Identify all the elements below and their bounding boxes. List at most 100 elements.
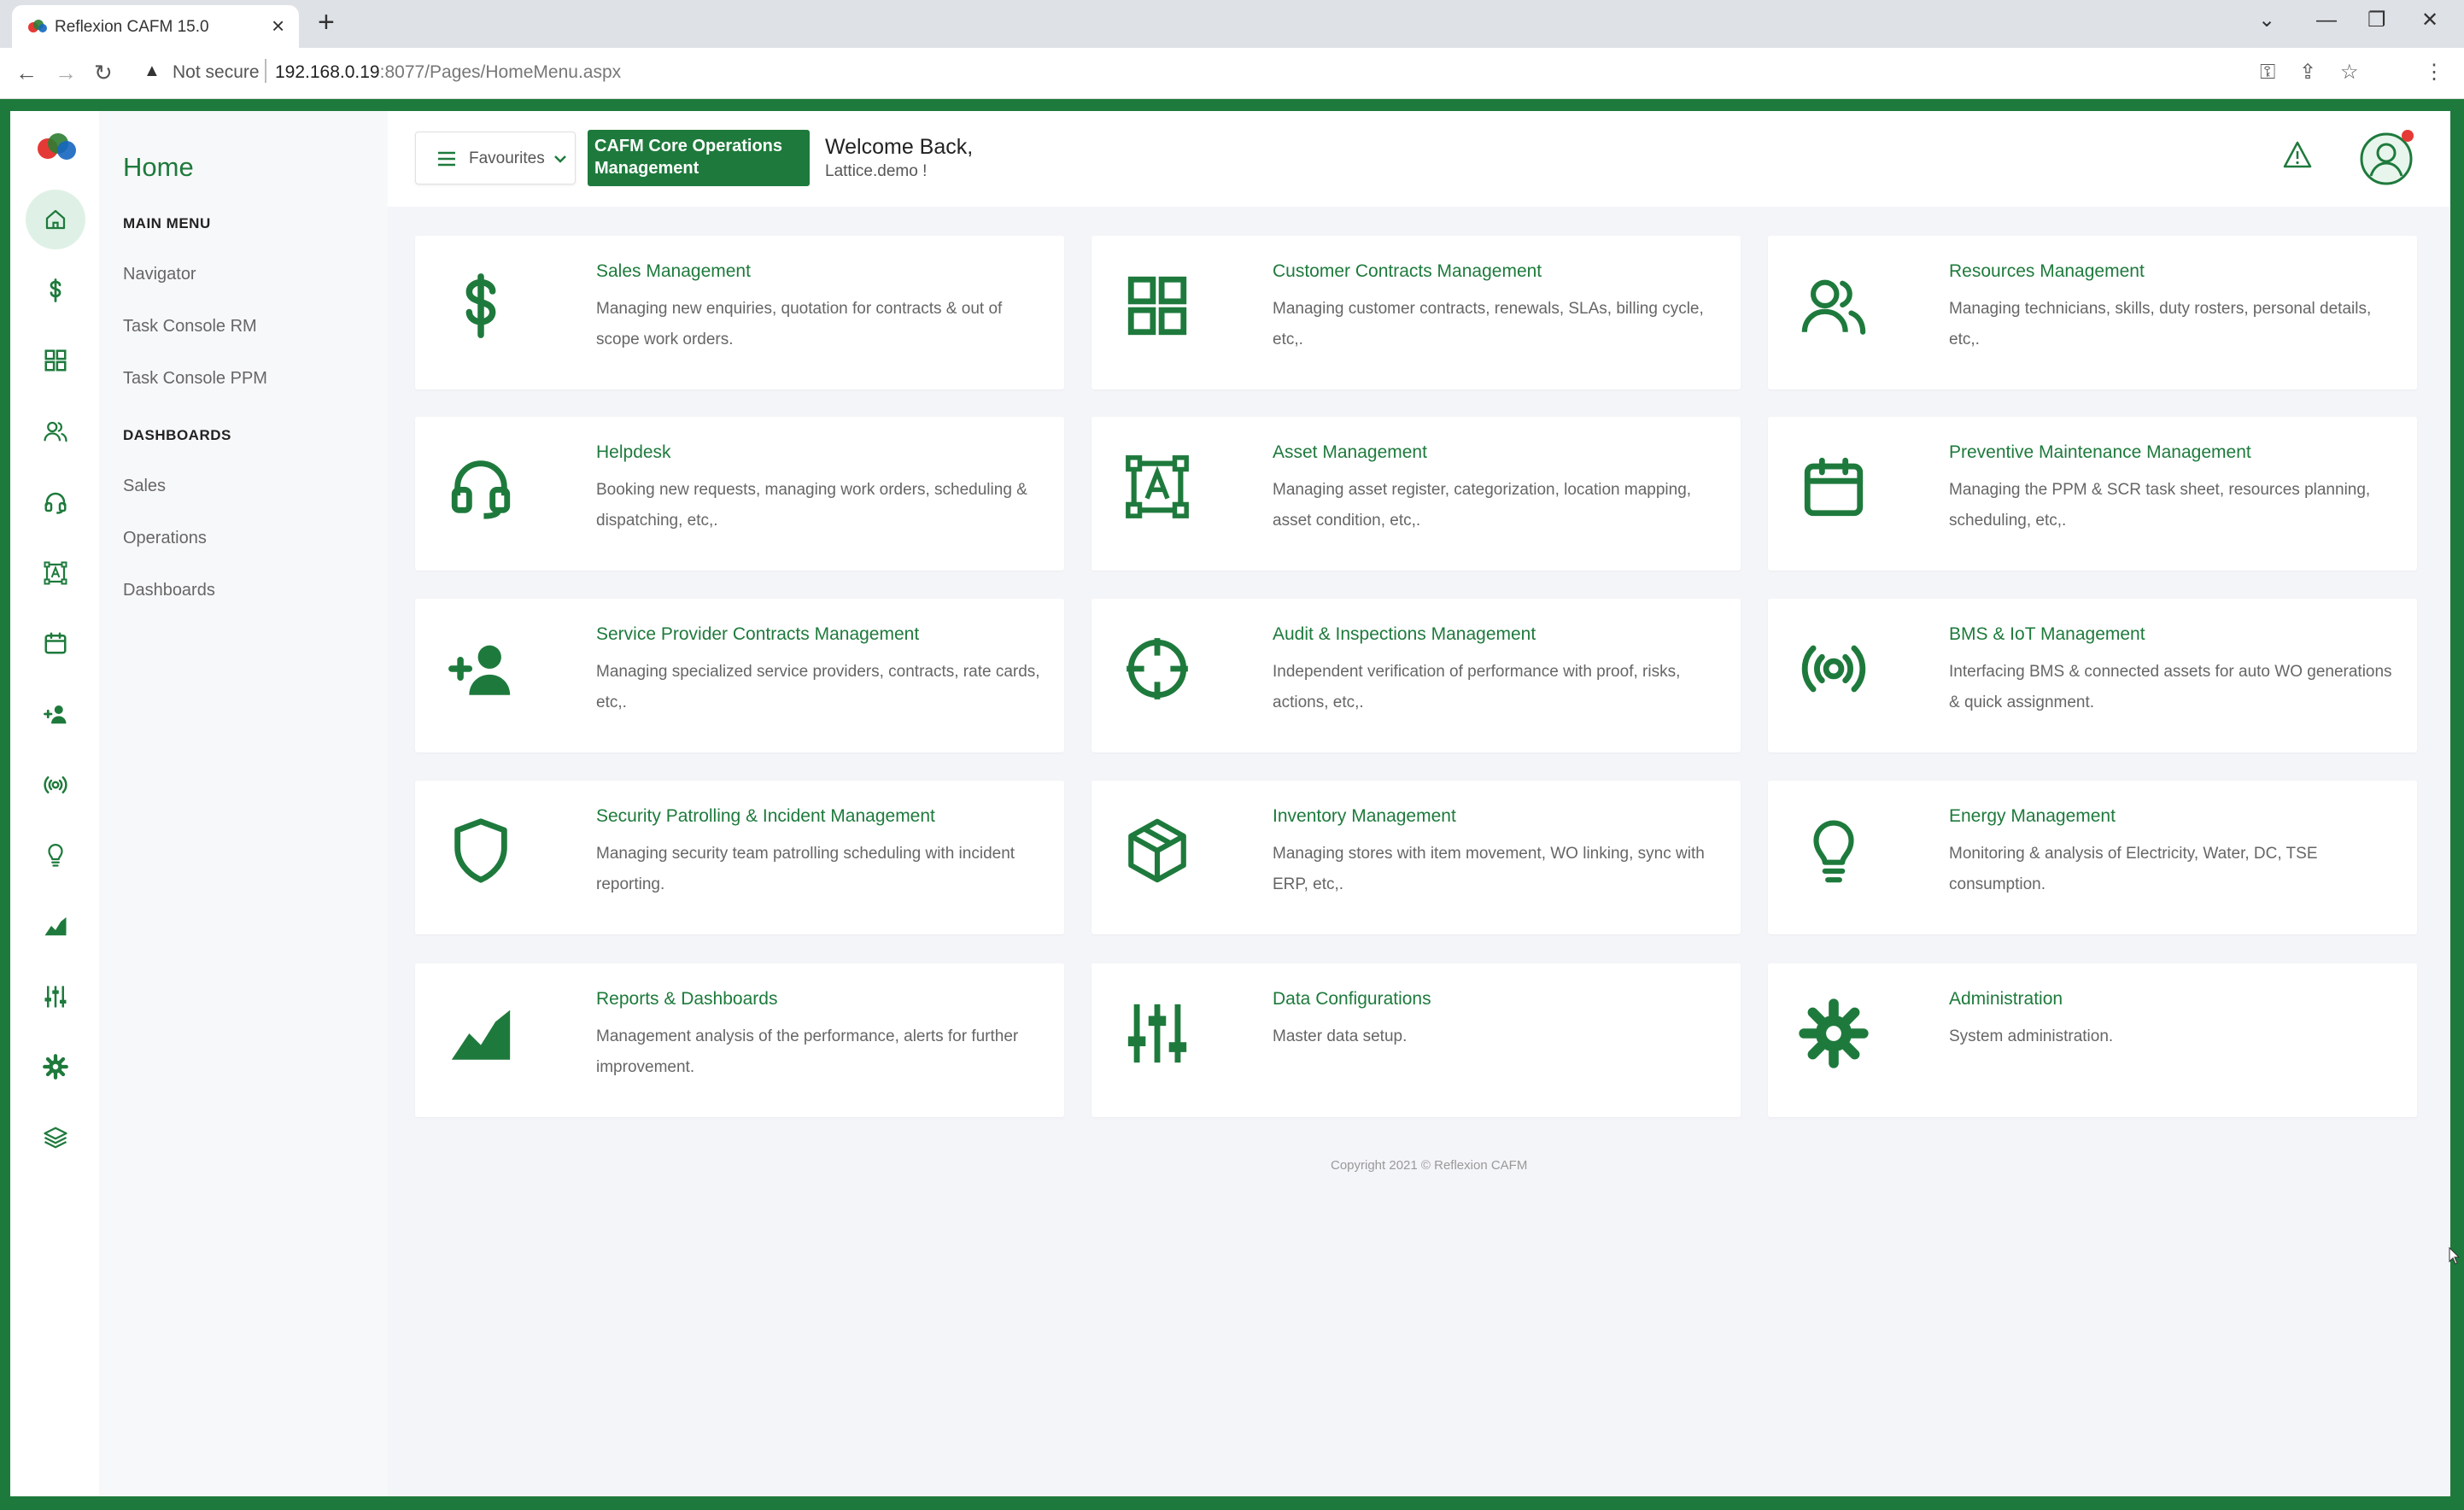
home-icon [45, 209, 66, 230]
menu-item-navigator[interactable]: Navigator [123, 265, 196, 284]
rail-sliders-button[interactable] [26, 967, 85, 1027]
module-card[interactable]: Preventive Maintenance Management Managin… [1768, 417, 2417, 571]
hamburger-icon [438, 151, 455, 167]
card-description: Managing asset register, categorization,… [1273, 481, 1692, 530]
rail-grid-button[interactable] [26, 331, 85, 390]
card-icon-container [1787, 448, 1881, 526]
card-description: Interfacing BMS & connected assets for a… [1949, 663, 2392, 711]
card-icon-container [434, 629, 528, 708]
rail-layers-button[interactable] [26, 1108, 85, 1168]
module-card[interactable]: Service Provider Contracts Management Man… [415, 599, 1064, 752]
menu-item-dashboards[interactable]: Dashboards [123, 581, 215, 600]
new-tab-icon[interactable]: + [318, 8, 335, 37]
module-card[interactable]: Energy Management Monitoring & analysis o… [1768, 781, 2417, 934]
module-card[interactable]: Reports & Dashboards Management analysis … [415, 963, 1064, 1117]
rail-bulb-button[interactable] [26, 825, 85, 885]
card-title[interactable]: Audit & Inspections Management [1273, 624, 1536, 645]
card-description: Managing specialized service providers, … [596, 663, 1040, 711]
rail-user-plus-button[interactable] [26, 684, 85, 744]
app-favicon-icon [28, 20, 47, 32]
browser-tab[interactable]: Reflexion CAFM 15.0 × [12, 5, 299, 48]
module-card[interactable]: Resources Management Managing technicians… [1768, 236, 2417, 389]
card-title[interactable]: Energy Management [1949, 806, 2116, 827]
browser-menu-icon[interactable]: ⋮ [2424, 61, 2444, 85]
url-path: :8077/Pages/HomeMenu.aspx [379, 62, 622, 82]
rail-broadcast-button[interactable] [26, 755, 85, 815]
module-card[interactable]: Audit & Inspections Management Independen… [1092, 599, 1741, 752]
alert-icon[interactable] [2282, 140, 2313, 169]
card-description: Booking new requests, managing work orde… [596, 481, 1027, 530]
user-name: Lattice.demo ! [825, 162, 928, 180]
broadcast-icon [44, 775, 67, 793]
menu-item-sales[interactable]: Sales [123, 477, 166, 496]
rail-home-button[interactable] [26, 190, 85, 249]
sliders-icon [44, 986, 67, 1008]
restore-icon[interactable]: ❐ [2367, 10, 2386, 31]
module-card[interactable]: Helpdesk Booking new requests, managing w… [415, 417, 1064, 571]
bookmark-star-icon[interactable]: ☆ [2340, 61, 2359, 85]
app-frame: Home MAIN MENU Navigator Task Console RM… [0, 99, 2464, 1510]
card-title[interactable]: Service Provider Contracts Management [596, 624, 919, 645]
module-card[interactable]: Administration System administration. [1768, 963, 2417, 1117]
module-selector[interactable]: CAFM Core Operations Management [588, 130, 810, 186]
broadcast-icon [1801, 645, 1866, 693]
card-title[interactable]: Reports & Dashboards [596, 989, 777, 1010]
menu-panel: Home MAIN MENU Navigator Task Console RM… [99, 111, 388, 1496]
tab-close-icon[interactable]: × [272, 15, 284, 37]
card-title[interactable]: Security Patrolling & Incident Managemen… [596, 806, 935, 827]
module-card[interactable]: Customer Contracts Management Managing cu… [1092, 236, 1741, 389]
rail-asset-button[interactable] [26, 543, 85, 603]
module-card[interactable]: BMS & IoT Management Interfacing BMS & co… [1768, 599, 2417, 752]
gear-icon [43, 1054, 68, 1080]
card-description: Managing technicians, skills, duty roste… [1949, 300, 2372, 348]
rail-dollar-button[interactable] [26, 260, 85, 320]
card-title[interactable]: Asset Management [1273, 442, 1427, 463]
rail-users-button[interactable] [26, 401, 85, 461]
card-title[interactable]: Helpdesk [596, 442, 671, 463]
calendar-icon [1804, 457, 1864, 517]
card-description: Managing security team patrolling schedu… [596, 845, 1015, 893]
card-title[interactable]: Customer Contracts Management [1273, 261, 1542, 282]
card-title[interactable]: Preventive Maintenance Management [1949, 442, 2251, 463]
tab-search-icon[interactable]: ⌄ [2258, 10, 2275, 31]
address-bar: ← → ↻ ▲ Not secure 192.168.0.19:8077/Pag… [0, 48, 2464, 99]
card-icon-container [434, 448, 528, 526]
card-title[interactable]: Inventory Management [1273, 806, 1456, 827]
card-title[interactable]: Data Configurations [1273, 989, 1431, 1010]
menu-item-task-console-rm[interactable]: Task Console RM [123, 317, 257, 337]
menu-item-operations[interactable]: Operations [123, 529, 207, 548]
card-title[interactable]: BMS & IoT Management [1949, 624, 2145, 645]
icon-rail [10, 111, 99, 1496]
grid-icon [44, 349, 67, 372]
window-close-icon[interactable]: ✕ [2421, 10, 2438, 31]
module-card[interactable]: Data Configurations Master data setup. [1092, 963, 1741, 1117]
favourites-label: Favourites [469, 149, 545, 167]
card-title[interactable]: Resources Management [1949, 261, 2145, 282]
rail-calendar-button[interactable] [26, 613, 85, 673]
menu-item-task-console-ppm[interactable]: Task Console PPM [123, 369, 267, 389]
notification-dot [2402, 130, 2414, 142]
favourites-dropdown[interactable]: Favourites [415, 132, 576, 184]
dollar-icon [465, 273, 496, 338]
user-plus-icon [44, 705, 67, 724]
module-card[interactable]: Sales Management Managing new enquiries, … [415, 236, 1064, 389]
card-title[interactable]: Administration [1949, 989, 2063, 1010]
module-card[interactable]: Asset Management Managing asset register,… [1092, 417, 1741, 571]
card-icon-container [1110, 811, 1204, 890]
share-icon[interactable]: ⇪ [2299, 61, 2316, 85]
card-title[interactable]: Sales Management [596, 261, 751, 282]
forward-icon[interactable]: → [55, 60, 77, 85]
rail-headset-button[interactable] [26, 472, 85, 532]
key-icon[interactable]: ⚿ [2260, 61, 2275, 85]
minimize-icon[interactable]: — [2316, 10, 2337, 31]
back-icon[interactable]: ← [15, 60, 38, 85]
warning-triangle-icon[interactable]: ▲ [143, 61, 161, 81]
mouse-cursor-icon [2449, 1247, 2461, 1265]
security-label[interactable]: Not secure [173, 62, 260, 83]
reload-icon[interactable]: ↻ [94, 60, 113, 85]
url-field[interactable]: 192.168.0.19:8077/Pages/HomeMenu.aspx [275, 62, 621, 83]
rail-chart-area-button[interactable] [26, 896, 85, 956]
module-card[interactable]: Security Patrolling & Incident Managemen… [415, 781, 1064, 934]
module-card[interactable]: Inventory Management Managing stores with… [1092, 781, 1741, 934]
rail-gear-button[interactable] [26, 1037, 85, 1097]
